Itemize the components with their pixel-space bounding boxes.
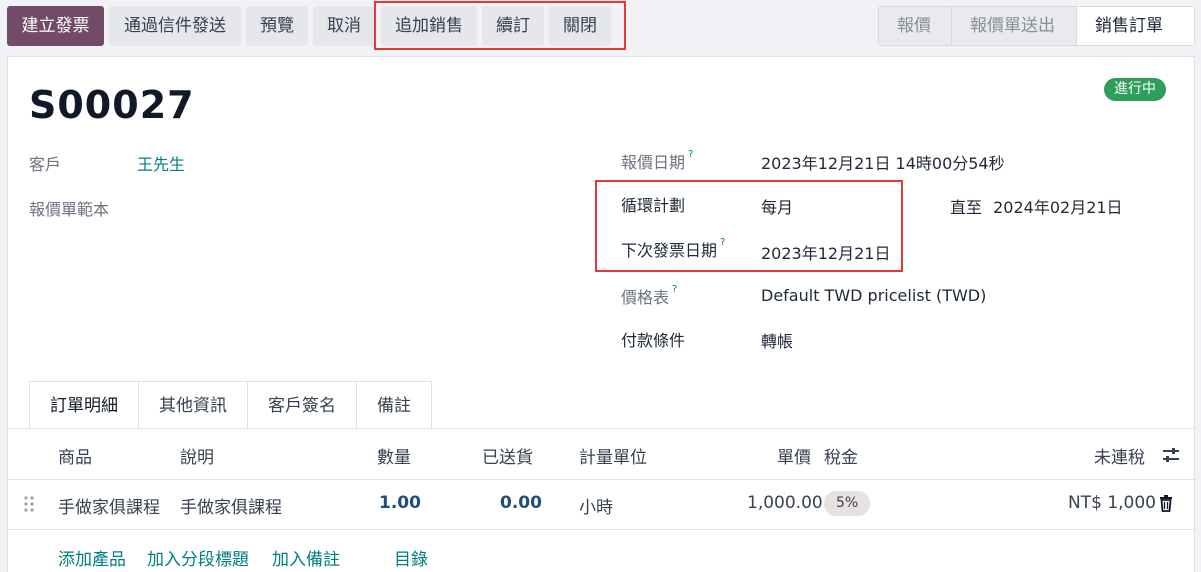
status-bar: 報價 報價單送出 銷售訂單 xyxy=(878,6,1195,46)
close-button[interactable]: 關閉 xyxy=(549,6,611,46)
column-description[interactable]: 說明 xyxy=(180,443,214,468)
notebook-tabs: 訂單明細 其他資訊 客戶簽名 備註 xyxy=(29,381,432,429)
status-badge: 進行中 xyxy=(1104,78,1166,101)
column-unit-price[interactable]: 單價 xyxy=(777,443,811,468)
control-panel: 建立發票 通過信件發送 預覽 取消 追加銷售 續訂 關閉 報價 報價單送出 銷售… xyxy=(0,0,1201,56)
cell-description[interactable]: 手做家俱課程 xyxy=(180,493,282,518)
pricelist-label-text: 價格表 xyxy=(621,288,670,307)
end-date-field[interactable]: 直至 2024年02月21日 xyxy=(950,194,1123,218)
cell-quantity[interactable]: 1.00 xyxy=(379,493,421,513)
cancel-button[interactable]: 取消 xyxy=(313,6,375,46)
table-header: 商品 說明 數量 已送貨 計量單位 單價 稅金 未連稅 xyxy=(8,429,1196,480)
column-product[interactable]: 商品 xyxy=(58,443,92,468)
add-note-link[interactable]: 加入備註 xyxy=(272,545,340,570)
upsell-button[interactable]: 追加銷售 xyxy=(381,6,477,46)
column-delivered[interactable]: 已送貨 xyxy=(482,443,533,468)
tax-badge[interactable]: 5% xyxy=(824,491,871,516)
help-icon[interactable]: ? xyxy=(720,237,725,248)
cell-product[interactable]: 手做家俱課程 xyxy=(58,493,160,518)
tab-order-lines[interactable]: 訂單明細 xyxy=(29,381,139,429)
send-by-email-button[interactable]: 通過信件發送 xyxy=(109,6,241,46)
stage-sales-order[interactable]: 銷售訂單 xyxy=(1076,7,1194,45)
tab-notes[interactable]: 備註 xyxy=(356,381,432,429)
cell-subtotal: NT$ 1,000 xyxy=(1068,493,1156,513)
payment-terms-field[interactable]: 轉帳 xyxy=(761,328,793,352)
renew-button[interactable]: 續訂 xyxy=(482,6,544,46)
trash-icon[interactable] xyxy=(1159,495,1173,512)
form-sheet: S00027 進行中 客戶 王先生 報價單範本 報價日期? 2023年12月21… xyxy=(7,56,1196,572)
add-product-link[interactable]: 添加產品 xyxy=(58,545,126,570)
column-quantity[interactable]: 數量 xyxy=(377,443,411,468)
end-date-value: 2024年02月21日 xyxy=(993,198,1123,217)
tab-other-info[interactable]: 其他資訊 xyxy=(138,381,248,429)
column-taxes[interactable]: 稅金 xyxy=(824,443,858,468)
quote-date-label: 報價日期? xyxy=(621,149,693,173)
add-section-link[interactable]: 加入分段標題 xyxy=(147,545,249,570)
preview-button[interactable]: 預覽 xyxy=(246,6,308,46)
cell-delivered[interactable]: 0.00 xyxy=(500,493,542,513)
catalog-link[interactable]: 目錄 xyxy=(394,545,428,570)
quote-date-field[interactable]: 2023年12月21日 14時00分54秒 xyxy=(761,150,1005,174)
stage-sales-order-label: 銷售訂單 xyxy=(1095,16,1163,36)
column-settings-icon[interactable] xyxy=(1161,446,1181,464)
stage-quotation-label: 報價 xyxy=(897,16,931,36)
stage-quotation-sent-label: 報價單送出 xyxy=(970,16,1055,36)
payment-terms-label: 付款條件 xyxy=(621,331,686,350)
recurring-plan-field[interactable]: 每月 xyxy=(761,194,793,218)
customer-label: 客戶 xyxy=(29,155,62,174)
tab-customer-signature[interactable]: 客戶簽名 xyxy=(247,381,357,429)
quotation-template-label: 報價單範本 xyxy=(29,200,110,219)
create-invoice-button[interactable]: 建立發票 xyxy=(7,6,104,46)
pricelist-field[interactable]: Default TWD pricelist (TWD) xyxy=(761,286,986,305)
column-uom[interactable]: 計量單位 xyxy=(579,443,647,468)
next-invoice-date-field[interactable]: 2023年12月21日 xyxy=(761,240,890,264)
stage-quotation[interactable]: 報價 xyxy=(879,7,951,45)
drag-handle-icon[interactable] xyxy=(24,496,34,514)
column-subtotal[interactable]: 未連稅 xyxy=(1094,443,1145,468)
table-row[interactable]: 手做家俱課程 手做家俱課程 1.00 0.00 小時 1,000.00 5% N… xyxy=(8,480,1196,530)
pricelist-label: 價格表? xyxy=(621,284,677,308)
quote-date-label-text: 報價日期 xyxy=(621,153,686,172)
end-date-label: 直至 xyxy=(950,198,983,217)
next-invoice-label: 下次發票日期? xyxy=(621,237,725,261)
stage-quotation-sent[interactable]: 報價單送出 xyxy=(951,7,1076,45)
next-invoice-label-text: 下次發票日期 xyxy=(621,241,718,260)
recurring-plan-label: 循環計劃 xyxy=(621,196,686,215)
help-icon[interactable]: ? xyxy=(688,149,693,160)
customer-field[interactable]: 王先生 xyxy=(137,151,185,175)
record-title: S00027 xyxy=(29,83,195,127)
help-icon[interactable]: ? xyxy=(672,284,677,295)
cell-uom[interactable]: 小時 xyxy=(579,493,613,518)
cell-unit-price[interactable]: 1,000.00 xyxy=(747,493,823,513)
